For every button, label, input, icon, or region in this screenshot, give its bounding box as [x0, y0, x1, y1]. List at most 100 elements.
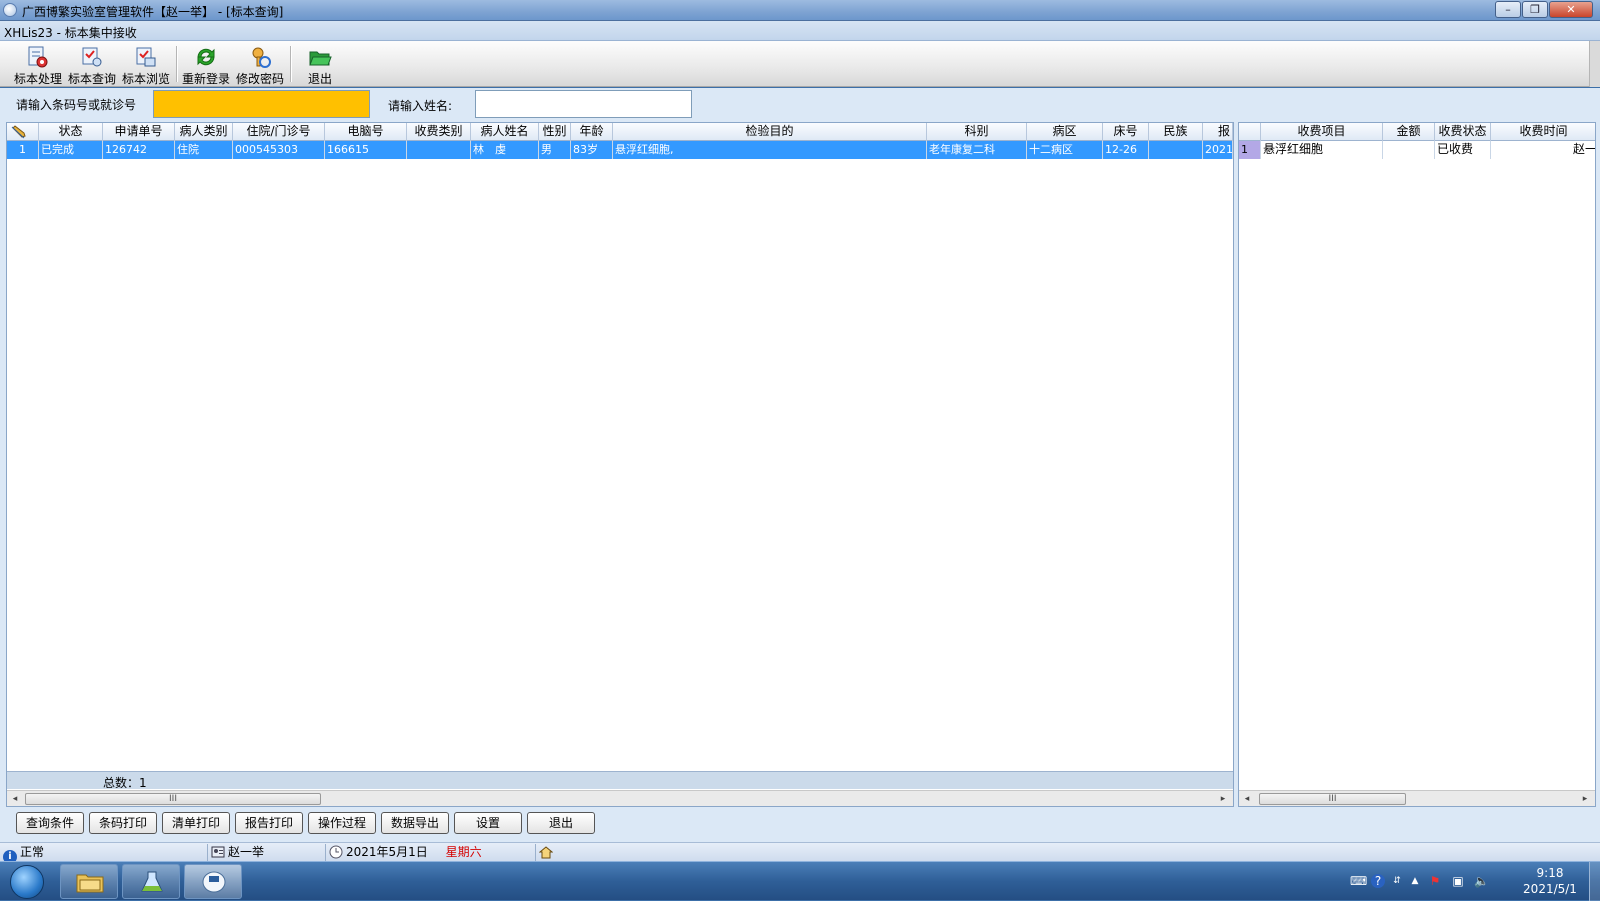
specimen-browse-icon: [136, 47, 156, 67]
taskbar-lab-app-button[interactable]: [122, 864, 180, 899]
column-header[interactable]: 病人类别: [175, 123, 233, 141]
show-desktop-button[interactable]: [1589, 862, 1600, 901]
lab-flask-icon: [141, 871, 163, 892]
column-header[interactable]: 申请单号: [103, 123, 175, 141]
table-row[interactable]: 1 悬浮红细胞 已收费 赵一: [1239, 141, 1595, 159]
toolbar-label: 退出: [307, 72, 332, 86]
scroll-thumb[interactable]: III: [1259, 793, 1406, 805]
cell-computer-no: 166615: [325, 141, 407, 159]
minimize-button[interactable]: –: [1495, 1, 1521, 18]
scroll-left-arrow[interactable]: ◂: [7, 791, 23, 806]
exit-button[interactable]: 退出: [527, 812, 595, 834]
column-header[interactable]: 收费时间: [1491, 123, 1595, 141]
module-title-bar: XHLis23 - 标本集中接收: [0, 21, 1600, 41]
left-horizontal-scrollbar[interactable]: ◂ III ▸: [7, 790, 1233, 806]
cell-department: 老年康复二科: [927, 141, 1027, 159]
cell-charge-item: 悬浮红细胞: [1261, 141, 1383, 159]
column-header[interactable]: 病区: [1027, 123, 1103, 141]
volume-muted-icon[interactable]: 🔈: [1474, 874, 1489, 888]
toolbar-separator: [176, 46, 178, 82]
cell-ethnicity: [1149, 141, 1203, 159]
cell-amount: [1383, 141, 1435, 159]
column-header[interactable]: 状态: [39, 123, 103, 141]
specimen-query-button[interactable]: 标本查询: [66, 43, 118, 86]
maximize-button[interactable]: ❐: [1522, 1, 1548, 18]
change-password-button[interactable]: 修改密码: [234, 43, 286, 86]
status-date-panel: 2021年5月1日 星期六: [326, 844, 536, 861]
taskbar-remote-app-button[interactable]: [184, 864, 242, 899]
language-icon[interactable]: ⇵: [1390, 874, 1404, 888]
status-date: 2021年5月1日: [346, 845, 428, 859]
keyboard-icon[interactable]: ⌨: [1350, 874, 1367, 888]
column-header[interactable]: 病人姓名: [471, 123, 539, 141]
barcode-print-button[interactable]: 条码打印: [89, 812, 157, 834]
taskbar-explorer-button[interactable]: [60, 864, 118, 899]
column-header[interactable]: 住院/门诊号: [233, 123, 325, 141]
name-label: 请输入姓名:: [388, 99, 453, 113]
barcode-input[interactable]: [153, 90, 370, 118]
list-print-button[interactable]: 清单打印: [162, 812, 230, 834]
column-header[interactable]: 年龄: [571, 123, 613, 141]
start-button[interactable]: [2, 863, 52, 900]
close-button[interactable]: ✕: [1549, 1, 1593, 18]
name-input[interactable]: [475, 90, 692, 118]
column-header[interactable]: 电脑号: [325, 123, 407, 141]
network-icon[interactable]: ▣: [1451, 874, 1465, 888]
scroll-right-arrow[interactable]: ▸: [1577, 791, 1593, 806]
column-header[interactable]: 收费类别: [407, 123, 471, 141]
charge-grid-header: 收费项目 金额 收费状态 收费时间 收: [1239, 123, 1595, 141]
cell-report-date: 2021-0: [1203, 141, 1233, 159]
toolbar-label: 标本浏览: [121, 72, 170, 86]
desktop: 广西博繁实验室管理软件【赵一举】 - [标本查询] – ❐ ✕ XHLis23 …: [0, 0, 1600, 901]
table-row[interactable]: 1 已完成 126742 住院 000545303 166615 林 虔 男 8…: [7, 141, 1233, 159]
relogin-button[interactable]: 重新登录: [180, 43, 232, 86]
specimen-grid-header: 状态 申请单号 病人类别 住院/门诊号 电脑号 收费类别 病人姓名 性别 年龄 …: [7, 123, 1233, 141]
specimen-browse-button[interactable]: 标本浏览: [120, 43, 172, 86]
toolbar-label: 重新登录: [181, 72, 230, 86]
scroll-left-arrow[interactable]: ◂: [1239, 791, 1255, 806]
taskbar-clock[interactable]: 9:18 2021/5/1: [1515, 865, 1585, 897]
scroll-thumb[interactable]: III: [25, 793, 321, 805]
window-title-bar[interactable]: 广西博繁实验室管理软件【赵一举】 - [标本查询] – ❐ ✕: [0, 0, 1600, 21]
toolbar-exit-button[interactable]: 退出: [294, 43, 346, 86]
column-header[interactable]: 收费状态: [1435, 123, 1491, 141]
specimen-grid[interactable]: 状态 申请单号 病人类别 住院/门诊号 电脑号 收费类别 病人姓名 性别 年龄 …: [6, 122, 1234, 807]
charge-grid[interactable]: 收费项目 金额 收费状态 收费时间 收 1 悬浮红细胞 已收费 赵一 ◂ III…: [1238, 122, 1596, 807]
toolbar-edge: [1589, 41, 1600, 87]
operation-history-button[interactable]: 操作过程: [308, 812, 376, 834]
column-header[interactable]: 金额: [1383, 123, 1435, 141]
data-export-button[interactable]: 数据导出: [381, 812, 449, 834]
column-header[interactable]: 检验目的: [613, 123, 927, 141]
column-header[interactable]: 性别: [539, 123, 571, 141]
column-header[interactable]: 报: [1203, 123, 1233, 141]
column-header[interactable]: [1239, 123, 1261, 141]
row-number: 1: [1239, 141, 1261, 159]
cell-charge-status: 已收费: [1435, 141, 1491, 159]
module-title: XHLis23 - 标本集中接收: [4, 26, 137, 40]
row-number: 1: [7, 141, 39, 159]
toolbar-label: 标本查询: [67, 72, 116, 86]
status-state: 正常: [20, 845, 45, 859]
column-header[interactable]: 科别: [927, 123, 1027, 141]
show-hidden-icons-icon[interactable]: ▲: [1408, 874, 1422, 888]
action-center-flag-icon[interactable]: ⚑: [1428, 874, 1442, 888]
home-icon: [539, 846, 553, 859]
specimen-process-button[interactable]: 标本处理: [12, 43, 64, 86]
column-header-pin[interactable]: [7, 123, 39, 141]
column-header[interactable]: 床号: [1103, 123, 1149, 141]
right-horizontal-scrollbar[interactable]: ◂ III ▸: [1239, 790, 1595, 806]
cell-inpatient-no: 000545303: [233, 141, 325, 159]
relogin-icon: [197, 48, 215, 66]
windows-taskbar: ⌨ ? ⇵ ▲ ⚑ ▣ 🔈 9:18 2021/5/1: [0, 861, 1600, 901]
scroll-right-arrow[interactable]: ▸: [1215, 791, 1231, 806]
help-icon[interactable]: ?: [1371, 874, 1385, 888]
column-header[interactable]: 收费项目: [1261, 123, 1383, 141]
windows-logo-icon: [10, 865, 44, 899]
column-header[interactable]: 民族: [1149, 123, 1203, 141]
cell-age: 83岁: [571, 141, 613, 159]
settings-button[interactable]: 设置: [454, 812, 522, 834]
query-conditions-button[interactable]: 查询条件: [16, 812, 84, 834]
exit-folder-icon: [309, 51, 332, 66]
report-print-button[interactable]: 报告打印: [235, 812, 303, 834]
status-user-panel: 赵一举: [208, 844, 326, 861]
